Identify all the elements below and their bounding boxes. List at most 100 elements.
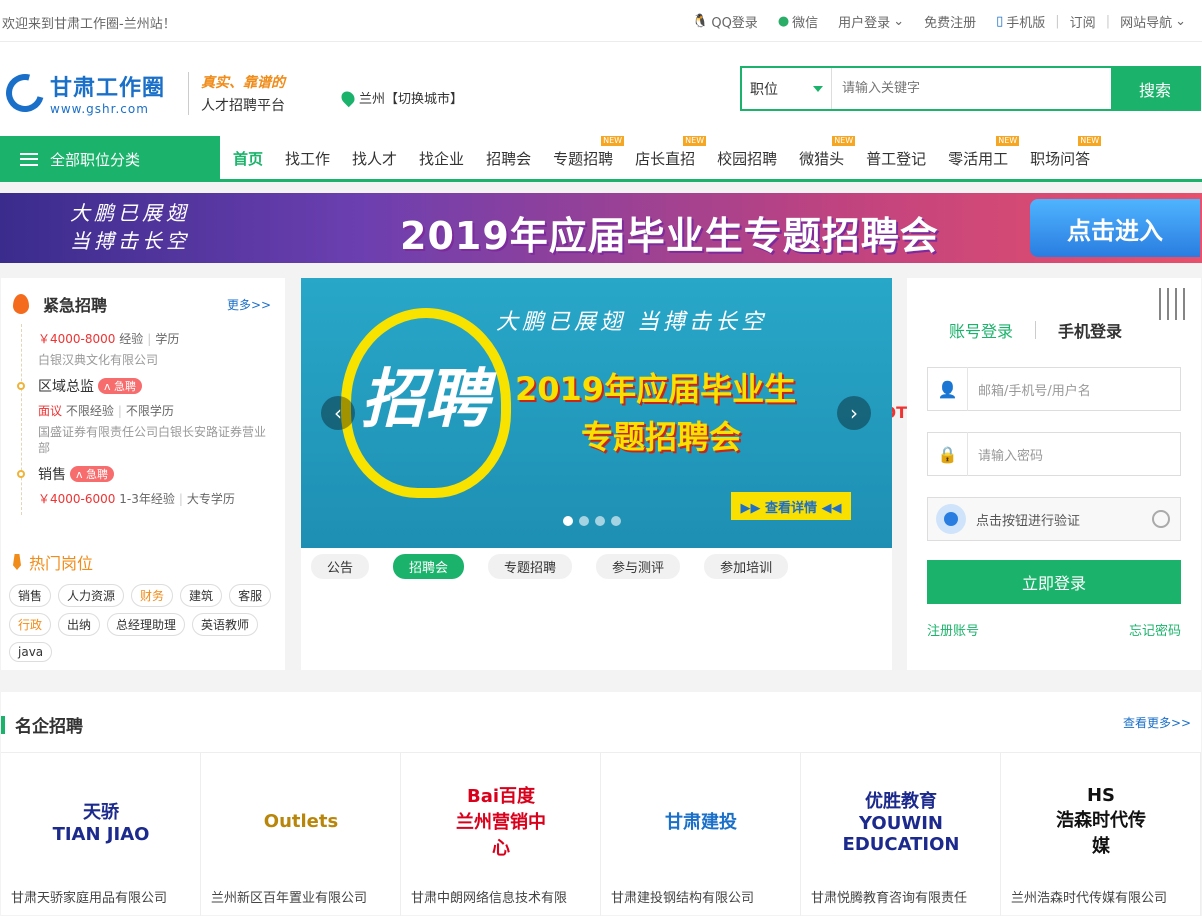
nav-item-label: 专题招聘 [553,150,614,168]
divider: | [147,332,152,346]
carousel-tab[interactable]: 招聘会 [393,554,465,579]
captcha-verify-button[interactable]: 点击按钮进行验证 [927,497,1181,541]
company-card[interactable]: 优胜教育 YOUWIN EDUCATION 甘肃悦腾教育咨询有限责任 [801,753,1001,916]
all-categories-button[interactable]: 全部职位分类 [0,136,220,182]
user-login-dropdown[interactable]: 用户登录 ⌄ [828,12,914,31]
slide-headline-2: 专题招聘会 [581,418,742,456]
nav-badge: NEW [683,136,707,146]
hot-job-tag[interactable]: 客服 [229,584,272,607]
search-bar: 职位 搜索 [740,66,1201,111]
hot-job-tag[interactable]: 英语教师 [192,613,259,636]
search-type-select[interactable]: 职位 [742,68,832,109]
carousel-dot[interactable] [611,516,621,526]
verify-icon [936,504,966,534]
login-button[interactable]: 立即登录 [927,560,1181,604]
nav-item-label: 找工作 [285,150,331,168]
hot-job-tag[interactable]: 销售 [9,584,52,607]
username-field[interactable]: 👤 邮箱/手机号/用户名 [927,367,1181,411]
urgent-job-item[interactable]: 销售 ʌ 急聘 ￥4000-6000 1-3年经验 | 大专学历 [17,464,271,507]
login-links: 注册账号 忘记密码 [927,620,1181,639]
search-button[interactable]: 搜索 [1111,68,1199,109]
job-meta: ￥4000-6000 1-3年经验 | 大专学历 [38,490,271,507]
site-logo[interactable]: 甘肃工作圈 www.gshr.com [0,67,165,119]
search-input[interactable] [832,68,1111,109]
nav-item-label: 招聘会 [486,150,532,168]
top-links: 🐧 QQ登录 ● 微信 用户登录 ⌄ 免费注册 ▯ 手机版 | 订阅 | 网站导航 ⌄ [682,12,1196,31]
nav-item[interactable]: 校园招聘HOT [706,136,788,421]
nav-item[interactable]: 微猎头 NEW [788,136,856,182]
nav-badge: NEW [601,136,625,146]
nav-item[interactable]: 职场问答 NEW [1019,136,1102,182]
banner-slogan-line-2: 当搏击长空 [70,229,190,253]
password-field[interactable]: 🔒 请输入密码 [927,432,1181,476]
hot-job-tag[interactable]: 建筑 [180,584,223,607]
next-arrow-icon[interactable]: › [837,396,871,430]
mobile-link[interactable]: ▯ 手机版 [986,12,1055,31]
hot-job-tag[interactable]: java [9,642,53,662]
nav-item[interactable]: 找企业 [408,136,475,182]
company-card[interactable]: 天骄 TIAN JIAO 甘肃天骄家庭用品有限公司 [1,753,201,916]
carousel-slide[interactable]: 招聘 大鹏已展翅 当搏击长空 2019年应届毕业生 专题招聘会 ▶▶ 查看详情 … [301,278,892,548]
company-card[interactable]: HS 浩森时代传媒 兰州浩森时代传媒有限公司 [1001,753,1201,916]
hot-job-tag[interactable]: 财务 [131,584,174,607]
carousel-dots [563,516,621,526]
nav-item-label: 普工登记 [866,150,927,168]
hot-job-tag[interactable]: 行政 [9,613,52,636]
city-label: 兰州【切换城市】 [359,92,464,107]
view-details-button[interactable]: ▶▶ 查看详情 ◀◀ [731,492,851,520]
slide-caption: 大鹏已展翅 当搏击长空 [496,310,767,335]
hot-job-tag[interactable]: 总经理助理 [107,613,186,636]
urgent-badge: ʌ 急聘 [98,378,143,394]
prev-arrow-icon[interactable]: ‹ [321,396,355,430]
qq-login-link[interactable]: 🐧 QQ登录 [682,12,768,31]
wechat-link[interactable]: ● 微信 [768,12,828,31]
hot-job-tag[interactable]: 人力资源 [58,584,125,607]
nav-item[interactable]: 首页 [222,136,274,182]
company-card[interactable]: Outlets 兰州新区百年置业有限公司 [201,753,401,916]
divider [1035,321,1037,339]
login-tabs: 账号登录 手机登录 [949,318,1122,342]
nav-item[interactable]: 招聘会 [475,136,542,182]
hot-job-tag[interactable]: 出纳 [58,613,101,636]
carousel-tab[interactable]: 参加培训 [704,554,789,579]
promo-banner[interactable]: 大鹏已展翅 当搏击长空 2019年应届毕业生专题招聘会 点击进入 [0,193,1202,263]
qr-code-icon[interactable] [1159,288,1191,320]
nav-item[interactable]: 专题招聘 NEW [542,136,625,182]
company-card[interactable]: Bai百度 兰州营销中心 甘肃中朗网络信息技术有限 [401,753,601,916]
refresh-icon[interactable] [1152,510,1170,528]
tab-phone-login[interactable]: 手机登录 [1058,318,1122,342]
subscribe-link[interactable]: 订阅 [1060,12,1106,31]
banner-enter-button[interactable]: 点击进入 [1030,199,1200,257]
register-account-link[interactable]: 注册账号 [927,620,979,639]
famous-header: 名企招聘 [1,712,83,737]
carousel-tab[interactable]: 公告 [311,554,370,579]
company-card[interactable]: 甘肃建投 甘肃建投钢结构有限公司 [601,753,801,916]
carousel-tab[interactable]: 参与测评 [596,554,681,579]
register-link[interactable]: 免费注册 [914,12,986,31]
job-salary: ￥4000-8000 [38,332,116,346]
urgent-more-link[interactable]: 更多>> [227,296,271,313]
carousel-tab[interactable]: 专题招聘 [488,554,573,579]
carousel-dot[interactable] [563,516,573,526]
nav-item-label: 首页 [233,150,264,168]
tab-account-login[interactable]: 账号登录 [949,318,1013,342]
urgent-job-item[interactable]: ￥4000-8000 经验 | 学历 白银汉典文化有限公司 [22,330,271,368]
carousel-dot[interactable] [595,516,605,526]
nav-item[interactable]: 店长直招 NEW [624,136,707,182]
job-salary: ￥4000-6000 [38,492,116,506]
company-logo: HS 浩森时代传媒 [1056,784,1146,857]
nav-item[interactable]: 找工作 [274,136,341,182]
forgot-password-link[interactable]: 忘记密码 [1129,620,1181,639]
carousel-dot[interactable] [579,516,589,526]
site-nav-dropdown[interactable]: 网站导航 ⌄ [1110,12,1196,31]
company-name: 甘肃建投钢结构有限公司 [611,891,755,906]
nav-item[interactable]: 零活用工 NEW [937,136,1020,182]
company-name: 兰州新区百年置业有限公司 [211,891,368,906]
menu-icon [20,152,38,166]
city-switcher[interactable]: 兰州【切换城市】 [338,88,464,107]
famous-more-link[interactable]: 查看更多>> [1123,714,1191,731]
company-name: 甘肃中朗网络信息技术有限 [411,891,568,906]
urgent-job-item[interactable]: 区域总监 ʌ 急聘 面议 不限经验 | 不限学历 国盛证券有限责任公司白银长安路证券营业部 [17,376,271,456]
nav-item[interactable]: 找人才 [341,136,408,182]
nav-item[interactable]: 普工登记HOT [855,136,937,421]
